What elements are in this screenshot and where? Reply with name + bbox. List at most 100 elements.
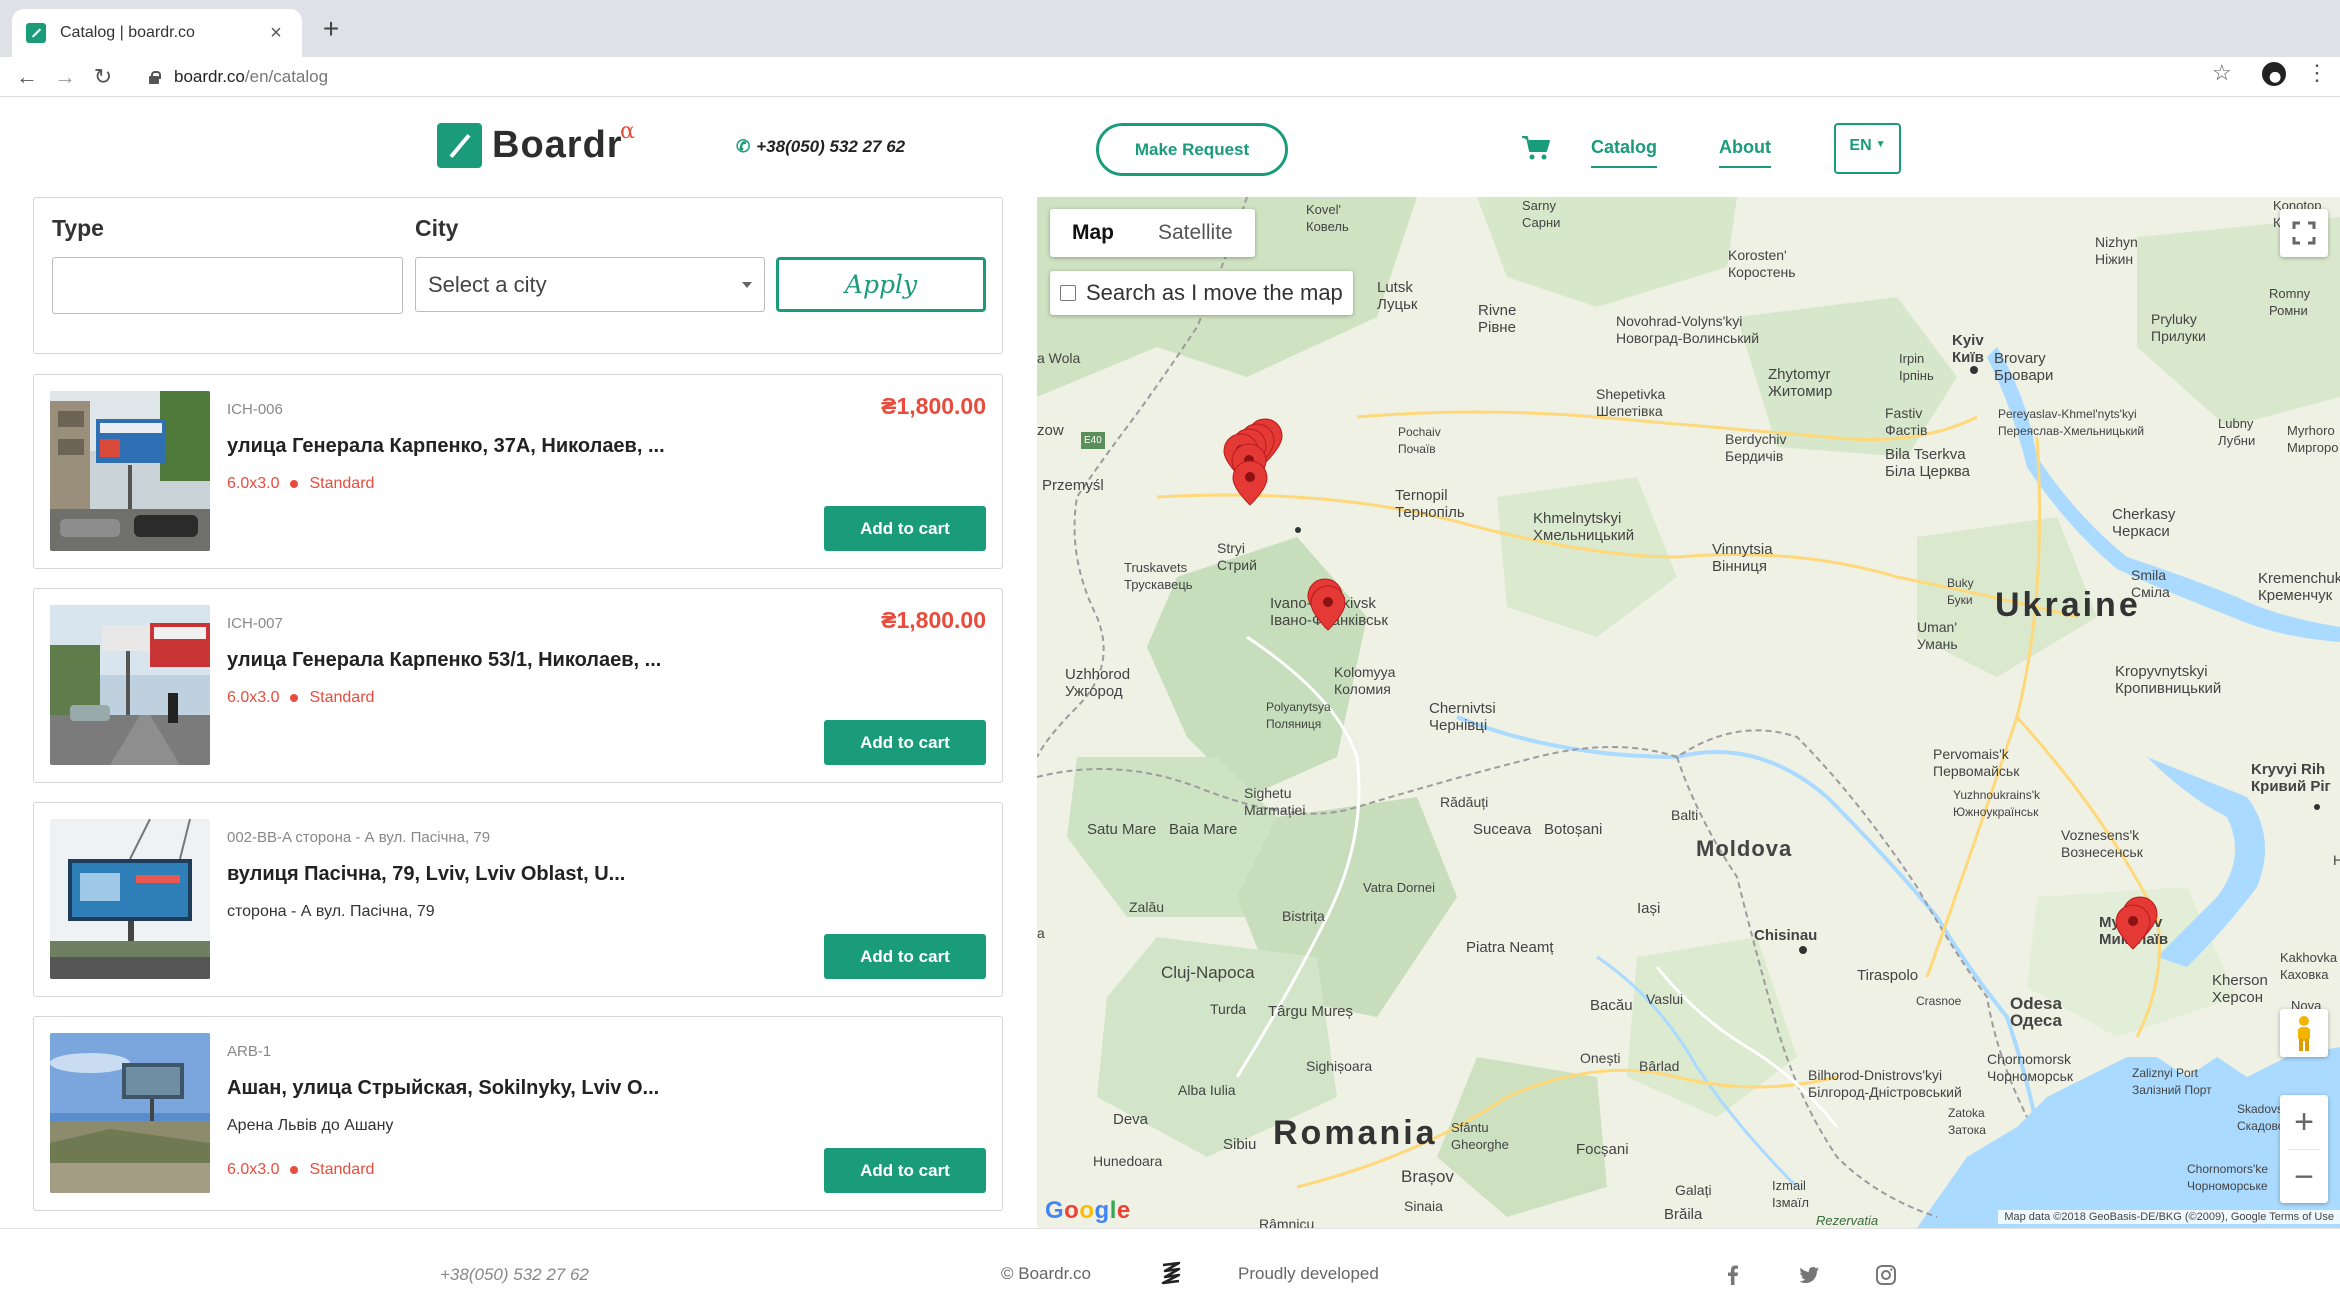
listing-photo[interactable] [50,819,210,979]
developer-logo-icon[interactable] [1160,1261,1182,1287]
type-input[interactable] [52,257,403,314]
listing-size: 6.0x3.0 [227,689,280,706]
listing-title[interactable]: Ашан, улица Стрыйская, Sokilnyky, Lviv O… [227,1077,659,1100]
instagram-icon[interactable] [1874,1263,1898,1287]
listing-subtitle: Арена Львів до Ашану [227,1117,394,1134]
map-marker[interactable] [2115,904,2151,950]
street-view-button[interactable] [2280,1009,2328,1057]
logo-text: Boardr [492,124,623,166]
map-type-map[interactable]: Map [1050,209,1136,257]
browser-tab-bar: Catalog | boardr.co × + [0,0,2340,57]
listing-code: ICH-007 [227,615,283,632]
tab-title: Catalog | boardr.co [60,24,195,41]
map-type-satellite[interactable]: Satellite [1136,209,1255,257]
search-as-move-label: Search as I move the map [1086,280,1343,305]
listing-card[interactable]: 002-BB-A сторона - А вул. Пасічна, 79 ву… [33,802,1003,997]
cart-icon[interactable] [1521,135,1551,161]
map-markers [1223,418,2158,950]
dot-icon [290,1166,299,1174]
browser-toolbar: ← → ↻ boardr.co/en/catalog [0,57,2340,97]
footer-copyright: © Boardr.co [1001,1264,1092,1283]
add-to-cart-button[interactable]: Add to cart [824,1148,986,1193]
forward-icon[interactable]: → [46,64,84,90]
footer-proudly-developed: Proudly developed [1238,1264,1379,1283]
map-attribution[interactable]: Map data ©2018 GeoBasis-DE/BKG (©2009), … [1998,1210,2340,1224]
map-marker[interactable] [1310,585,1346,631]
address-bar[interactable]: boardr.co/en/catalog [134,61,2194,93]
dot-icon [290,480,299,488]
apply-button[interactable]: Apply [776,257,986,312]
zoom-out-button[interactable]: − [2280,1150,2328,1204]
listing-card[interactable]: ARB-1 Ашан, улица Стрыйская, Sokilnyky, … [33,1016,1003,1211]
new-tab-icon[interactable]: + [316,14,346,44]
search-as-move-control[interactable]: Search as I move the map [1050,271,1353,315]
listing-subtitle: сторона - А вул. Пасічна, 79 [227,903,435,920]
city-select-value: Select a city [428,271,547,297]
listing-title[interactable]: улица Генерала Карпенко, 37А, Николаев, … [227,435,665,458]
pegman-icon [2298,1016,2310,1051]
profile-avatar-icon[interactable] [2262,62,2286,86]
chevron-down-icon: ▼ [1875,139,1886,150]
add-to-cart-button[interactable]: Add to cart [824,506,986,551]
fullscreen-icon [2292,221,2316,245]
browser-tab[interactable]: Catalog | boardr.co × [12,9,302,57]
type-label: Type [52,215,104,241]
map-marker[interactable] [1232,460,1268,506]
listing-price: ₴1,800.00 [881,393,986,419]
listing-category: Standard [309,475,375,492]
header-phone-number: +38(050) 532 27 62 [756,137,906,156]
listing-code: 002-BB-A сторона - А вул. Пасічна, 79 [227,829,491,846]
listing-photo[interactable] [50,391,210,551]
add-to-cart-button[interactable]: Add to cart [824,720,986,765]
bookmark-star-icon[interactable]: ☆ [2212,60,2232,86]
listing-meta: 6.0x3.0 Standard [227,689,374,707]
city-select[interactable]: Select a city [415,257,765,312]
listing-code: ICH-006 [227,401,283,418]
logo[interactable]: Boardr [437,123,623,168]
language-value: EN [1849,137,1872,154]
logo-mark-icon [437,123,482,168]
twitter-icon[interactable] [1797,1263,1821,1287]
phone-icon: ✆ [736,137,751,156]
nav-about[interactable]: About [1719,137,1771,168]
site-footer: +38(050) 532 27 62 © Boardr.co Proudly d… [0,1228,2340,1316]
close-tab-icon[interactable]: × [264,22,288,45]
make-request-button[interactable]: Make Request [1096,123,1288,176]
search-as-move-checkbox[interactable] [1060,285,1076,301]
listing-size: 6.0x3.0 [227,1161,280,1178]
google-logo[interactable]: Google [1045,1197,1131,1225]
site-header: Boardr α ✆ +38(050) 532 27 62 Make Reque… [0,97,2340,197]
listing-meta: 6.0x3.0 Standard [227,1161,374,1179]
listing-title[interactable]: вулиця Пасічна, 79, Lviv, Lviv Oblast, U… [227,863,625,886]
filter-panel: Type City Select a city Apply [33,197,1003,354]
browser-menu-icon[interactable]: ⋮ [2306,60,2328,86]
back-icon[interactable]: ← [8,64,46,90]
zoom-control: + − [2280,1095,2328,1203]
listing-card[interactable]: ICH-006 ₴1,800.00 улица Генерала Карпенк… [33,374,1003,569]
listing-price: ₴1,800.00 [881,607,986,633]
footer-phone[interactable]: +38(050) 532 27 62 [440,1265,589,1285]
listing-card[interactable]: ICH-007 ₴1,800.00 улица Генерала Карпенк… [33,588,1003,783]
language-dropdown[interactable]: EN ▼ [1834,123,1901,174]
listing-category: Standard [309,689,375,706]
listing-size: 6.0x3.0 [227,475,280,492]
select-arrow-icon [742,281,752,288]
url-path: /en/catalog [244,67,329,86]
listing-title[interactable]: улица Генерала Карпенко 53/1, Николаев, … [227,649,661,672]
listing-photo[interactable] [50,1033,210,1193]
fullscreen-button[interactable] [2280,209,2328,257]
city-label: City [415,215,459,241]
map-type-control: Map Satellite [1050,209,1255,257]
dot-icon [290,694,299,702]
add-to-cart-button[interactable]: Add to cart [824,934,986,979]
nav-catalog[interactable]: Catalog [1591,137,1658,168]
favicon-icon [26,23,46,43]
header-phone[interactable]: ✆ +38(050) 532 27 62 [736,137,905,157]
facebook-icon[interactable] [1721,1263,1745,1287]
zoom-in-button[interactable]: + [2280,1095,2328,1149]
reload-icon[interactable]: ↻ [84,64,122,90]
map[interactable]: Ukraine Moldova Romania Kyiv Київ Brovar… [1037,197,2340,1228]
listing-category: Standard [309,1161,375,1178]
lock-icon [148,70,161,84]
listing-photo[interactable] [50,605,210,765]
